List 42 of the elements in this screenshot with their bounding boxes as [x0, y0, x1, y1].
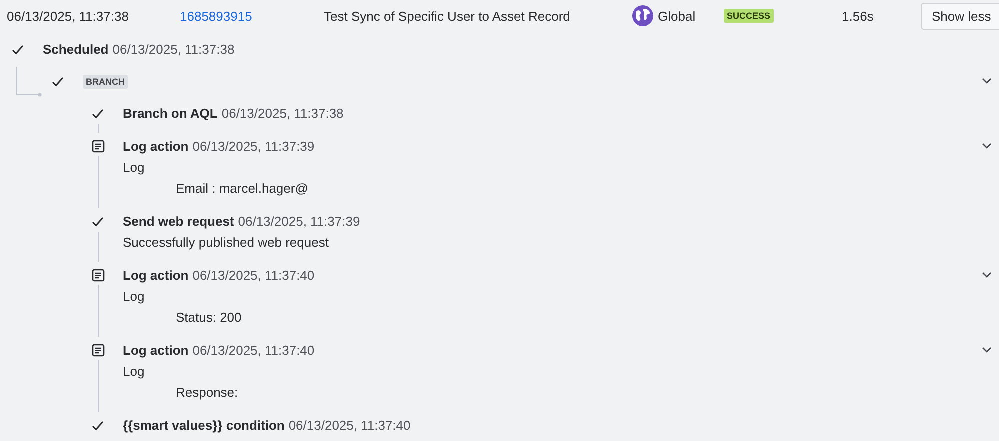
status-label: SUCCESS [724, 9, 774, 23]
step-title: {{smart values}} condition [123, 418, 285, 433]
log-line: Response: [175, 384, 240, 402]
step-time: 06/13/2025, 11:37:39 [192, 139, 315, 154]
step-time: 06/13/2025, 11:37:40 [192, 268, 315, 283]
check-icon [91, 419, 105, 433]
step-title: Log action [123, 343, 189, 358]
log-line: Status: 200 [175, 309, 243, 327]
step-title: Log action [123, 268, 189, 283]
check-icon [91, 215, 105, 229]
run-id-link[interactable]: 1685893915 [180, 8, 324, 24]
chevron-icon[interactable] [982, 142, 992, 150]
step-time: 06/13/2025, 11:37:38 [222, 106, 344, 121]
step-title: Scheduled [43, 42, 109, 57]
check-icon [51, 75, 65, 89]
chevron-icon[interactable] [982, 271, 992, 279]
log-line: Log [123, 159, 146, 177]
chevron-icon[interactable] [982, 77, 992, 85]
step-title: Send web request [123, 214, 234, 229]
show-less-button[interactable]: Show less [921, 2, 999, 30]
step-title: Branch on AQL [123, 106, 218, 121]
check-icon [11, 43, 25, 57]
check-icon [91, 107, 105, 121]
step-time: 06/13/2025, 11:37:40 [192, 343, 315, 358]
step-time: 06/13/2025, 11:37:40 [288, 418, 411, 433]
log-line: Log [123, 363, 146, 381]
globe-icon [632, 5, 654, 27]
scope-label: Global [658, 8, 696, 24]
log-icon [92, 269, 104, 282]
step-time: 06/13/2025, 11:37:38 [112, 42, 235, 57]
duration: 1.56s [842, 8, 875, 24]
rule-name: Test Sync of Specific User to Asset Record [324, 8, 572, 24]
branch-label: BRANCH [83, 74, 128, 88]
log-line: Email : marcel.hager@ [175, 180, 310, 198]
log-line: Log [123, 288, 146, 306]
log-icon [92, 344, 104, 357]
chevron-icon[interactable] [982, 346, 992, 354]
log-icon [92, 140, 104, 153]
step-time: 06/13/2025, 11:37:39 [238, 214, 360, 229]
run-time: 06/13/2025, 11:37:38 [7, 8, 130, 24]
step-title: Log action [123, 139, 189, 154]
log-line: Successfully published web request [123, 234, 330, 252]
